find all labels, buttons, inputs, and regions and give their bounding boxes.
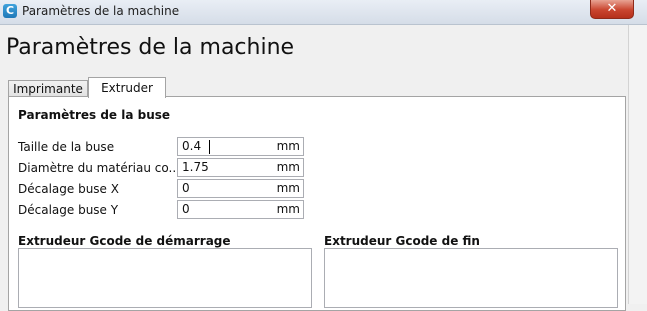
nozzle-offset-y-value: 0 bbox=[182, 202, 190, 216]
window-right-edge-scrollbar[interactable] bbox=[628, 25, 647, 304]
nozzle-offset-x-input[interactable]: 0 mm bbox=[177, 179, 304, 198]
start-gcode-title: Extrudeur Gcode de démarrage bbox=[18, 234, 231, 248]
filament-diameter-input[interactable]: 1.75 mm bbox=[177, 158, 304, 177]
filament-diameter-label: Diamètre du matériau co... bbox=[18, 161, 180, 175]
nozzle-size-label: Taille de la buse bbox=[18, 140, 115, 154]
end-gcode-textarea[interactable] bbox=[324, 248, 618, 308]
nozzle-size-value: 0.4 bbox=[182, 139, 202, 153]
nozzle-offset-y-input[interactable]: 0 mm bbox=[177, 200, 304, 219]
nozzle-size-unit: mm bbox=[276, 139, 300, 153]
nozzle-offset-y-label: Décalage buse Y bbox=[18, 203, 119, 217]
text-caret bbox=[209, 140, 210, 154]
end-gcode-title: Extrudeur Gcode de fin bbox=[324, 234, 480, 248]
window-title-bar: C Paramètres de la machine ✕ bbox=[0, 0, 647, 25]
nozzle-settings-title: Paramètres de la buse bbox=[18, 108, 171, 122]
filament-diameter-value: 1.75 bbox=[182, 160, 209, 174]
nozzle-offset-x-unit: mm bbox=[276, 181, 300, 195]
nozzle-size-input[interactable]: 0.4 mm bbox=[177, 137, 304, 156]
window-title: Paramètres de la machine bbox=[22, 4, 180, 18]
cura-app-icon: C bbox=[3, 4, 17, 18]
nozzle-offset-x-value: 0 bbox=[182, 181, 190, 195]
tab-imprimante[interactable]: Imprimante bbox=[8, 80, 88, 97]
tab-extruder[interactable]: Extruder bbox=[88, 77, 166, 98]
page-title: Paramètres de la machine bbox=[6, 35, 295, 60]
filament-diameter-unit: mm bbox=[276, 160, 300, 174]
start-gcode-textarea[interactable] bbox=[18, 248, 312, 308]
nozzle-offset-x-label: Décalage buse X bbox=[18, 182, 119, 196]
close-window-button[interactable]: ✕ bbox=[590, 0, 634, 19]
nozzle-offset-y-unit: mm bbox=[276, 202, 300, 216]
